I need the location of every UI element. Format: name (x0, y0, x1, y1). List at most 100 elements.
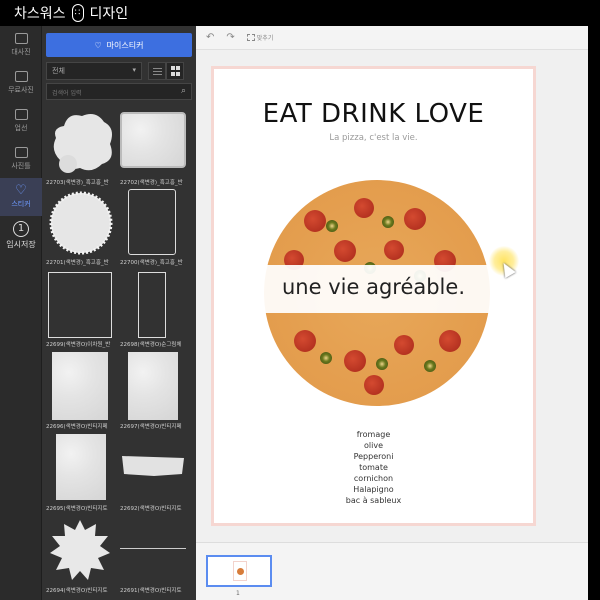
sticker-label: 22700(색변경)_흑고흥_반 (120, 260, 183, 266)
heart-icon: ♡ (94, 40, 102, 50)
pepperoni-topping (404, 208, 426, 230)
sticker-label: 22691(색변경O)빈티지토 (120, 588, 182, 594)
fit-label: 맞추기 (256, 35, 274, 42)
fit-button[interactable]: 맞추기 (246, 33, 274, 42)
category-select-value: 전체 (52, 67, 65, 75)
sticker-thumbnail[interactable] (48, 272, 112, 338)
fit-icon (246, 34, 255, 41)
title-bar: 차스워스 ∷ 디자인 (0, 0, 600, 26)
rail-item-free-photo[interactable]: 무료사진 (0, 64, 42, 102)
rail-item-upload[interactable]: 업선 (0, 102, 42, 140)
sticker-thumbnail[interactable] (52, 352, 108, 420)
sticker-thumbnail[interactable] (120, 454, 186, 478)
rail-item-temp-save[interactable]: 1 임시저장 (0, 216, 42, 254)
rail-label: 업선 (14, 124, 28, 132)
jalapeno-topping (376, 358, 388, 370)
sticker-thumbnail[interactable] (138, 272, 166, 338)
rail-item-photo[interactable]: 대사진 (0, 26, 42, 64)
caret-down-icon: ▾ (132, 66, 136, 74)
sticker-thumbnail[interactable] (56, 434, 106, 500)
pepperoni-topping (334, 240, 356, 262)
ingredient-item: Halapigno (353, 485, 394, 494)
list-view-button[interactable] (148, 62, 166, 80)
pepperoni-topping (294, 330, 316, 352)
heart-icon: ♡ (15, 183, 27, 198)
sticker-label: 22702(색변경)_흑고흥_반 (120, 180, 183, 186)
frame-icon (14, 147, 28, 158)
sticker-search-input[interactable]: 검색어 입력 ⌕ (46, 83, 192, 100)
sticker-label: 22695(색변경O)빈티지토 (46, 506, 108, 512)
my-sticker-button[interactable]: ♡ 마이스티커 (46, 33, 192, 57)
ingredient-item: Pepperoni (353, 452, 394, 461)
jalapeno-topping (382, 216, 394, 228)
sticker-thumbnail[interactable] (46, 106, 118, 176)
ingredient-item: olive (364, 441, 383, 450)
poster-subtitle[interactable]: La pizza, c'est la vie. (214, 133, 533, 143)
sticker-label: 22699(색변경O)이차원_반 (46, 342, 111, 348)
page-thumbnail-strip: 1 (196, 542, 589, 600)
jalapeno-topping (424, 360, 436, 372)
grid-icon (171, 71, 175, 76)
sticker-thumbnail[interactable] (120, 548, 186, 549)
grid-icon (171, 66, 175, 70)
jalapeno-topping (320, 352, 332, 364)
category-select[interactable]: 전체 ▾ (46, 62, 142, 80)
sticker-label: 22697(색변경O)빈티지페 (120, 424, 182, 430)
rail-label: 무료사진 (8, 86, 34, 94)
brand-logo-icon: ∷ (71, 4, 84, 22)
pizza-mini-icon (237, 568, 244, 575)
ingredient-list[interactable]: fromage olive Pepperoni tomate cornichon… (214, 429, 533, 506)
sticker-thumbnail[interactable] (128, 189, 176, 255)
redo-icon[interactable]: ↷ (226, 32, 234, 43)
undo-icon[interactable]: ↶ (206, 32, 214, 43)
pepperoni-topping (364, 375, 384, 395)
page-thumbnail-preview (233, 561, 247, 581)
ingredient-item: tomate (359, 463, 388, 472)
pepperoni-topping (304, 210, 326, 232)
upload-icon (14, 109, 28, 120)
brand-name-right: 디자인 (89, 6, 129, 22)
editor-area: ↶ ↷ 맞추기 EAT DRINK LOVE La pizza, c'est l… (196, 26, 589, 600)
search-icon[interactable]: ⌕ (181, 86, 186, 96)
design-page[interactable]: EAT DRINK LOVE La pizza, c'est la vie. u… (211, 66, 536, 526)
pepperoni-topping (439, 330, 461, 352)
jalapeno-topping (326, 220, 338, 232)
rail-label: 대사진 (11, 48, 31, 56)
sticker-label: 22694(색변경O)빈티지토 (46, 588, 108, 594)
list-icon (153, 68, 162, 69)
sticker-label: 22698(색변경O)순그림체 (120, 342, 182, 348)
grid-icon (176, 71, 180, 76)
pepperoni-topping (394, 335, 414, 355)
sticker-thumbnail[interactable] (48, 190, 114, 256)
pepperoni-topping (344, 350, 366, 372)
sticker-thumbnail[interactable] (48, 518, 112, 582)
ingredient-item: fromage (356, 430, 391, 439)
sticker-thumbnail[interactable] (128, 352, 178, 420)
grid-view-button[interactable] (166, 62, 184, 80)
page-thumbnail[interactable] (206, 555, 272, 587)
rail-item-sticker[interactable]: ♡ 스티커 (0, 178, 42, 216)
rail-label: 스티커 (11, 200, 31, 208)
rail-label: 사진틀 (11, 162, 31, 170)
sticker-label: 22703(색변경)_흑고흥_반 (46, 180, 109, 186)
my-sticker-label: 마이스티커 (106, 40, 144, 50)
rail-label: 임시저장 (6, 239, 36, 249)
banner-text[interactable]: une vie agréable. (214, 275, 533, 299)
app-window: 차스워스 ∷ 디자인 대사진 무료사진 업선 사진틀 ♡ 스티커 1 임시저장 (0, 0, 600, 600)
rail-item-frame[interactable]: 사진틀 (0, 140, 42, 178)
ingredient-item: bac à sableux (345, 496, 402, 505)
editor-toolbar: ↶ ↷ 맞추기 (196, 26, 589, 50)
poster-title[interactable]: EAT DRINK LOVE (214, 99, 533, 129)
list-icon (153, 71, 162, 72)
tool-rail: 대사진 무료사진 업선 사진틀 ♡ 스티커 1 임시저장 (0, 26, 42, 600)
ingredient-item: cornichon (353, 474, 394, 483)
number-one-icon: 1 (13, 220, 29, 237)
page-number: 1 (236, 590, 240, 597)
search-placeholder: 검색어 입력 (52, 90, 82, 97)
brand-name-left: 차스워스 (14, 6, 66, 22)
pepperoni-topping (354, 198, 374, 218)
sticker-panel: ♡ 마이스티커 전체 ▾ 검색어 입력 ⌕ 22703(색변경)_흑고흥_반 2… (42, 26, 196, 600)
sticker-thumbnail[interactable] (120, 112, 186, 168)
pepperoni-topping (384, 240, 404, 260)
free-photo-icon (14, 71, 28, 82)
